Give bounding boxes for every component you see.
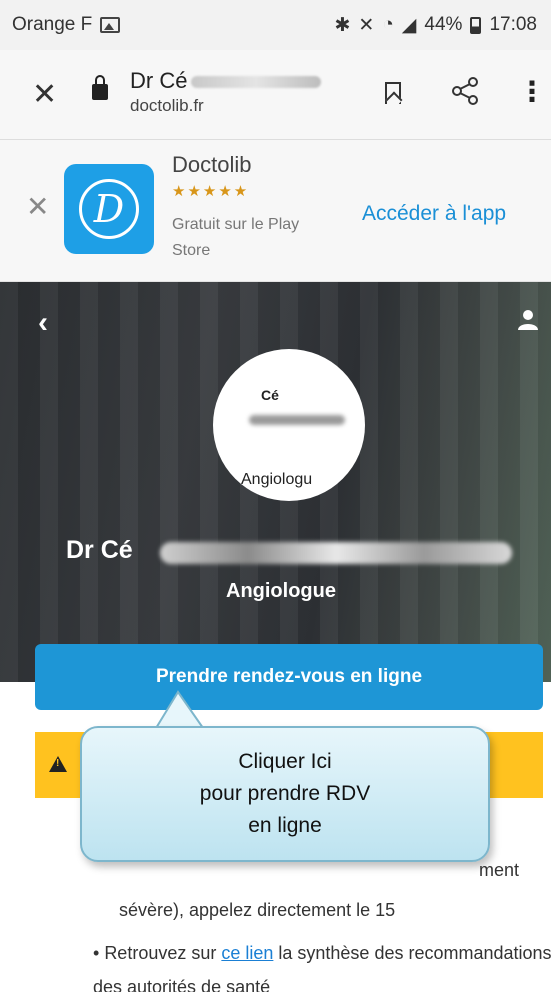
close-tab-icon[interactable]: ✕ bbox=[32, 80, 57, 110]
status-bar: Orange F ✱ ✕ ◔ ◢ 44% 17:08 bbox=[0, 0, 551, 50]
battery-icon bbox=[470, 16, 482, 34]
tutorial-callout: Cliquer Ici pour prendre RDV en ligne bbox=[80, 726, 490, 862]
mute-icon: ✕ bbox=[358, 14, 375, 36]
app-subtitle: Gratuit sur le Play Store bbox=[172, 216, 300, 259]
lock-icon bbox=[92, 75, 108, 100]
recommendations-link[interactable]: ce lien bbox=[221, 943, 273, 963]
bluetooth-icon: ✱ bbox=[334, 14, 351, 36]
page-title[interactable]: Dr Cé bbox=[130, 68, 322, 94]
open-app-link[interactable]: Accéder à l'app bbox=[362, 202, 506, 226]
doctolib-logo[interactable]: D bbox=[64, 164, 154, 254]
user-account-icon[interactable] bbox=[517, 308, 539, 330]
battery-percent: 44% bbox=[424, 14, 463, 35]
bullet-prefix: Retrouvez sur bbox=[104, 943, 222, 963]
list-item: • Retrouvez sur ce lien la synthèse des … bbox=[93, 936, 551, 992]
page-title-text: Dr Cé bbox=[130, 68, 188, 93]
doctor-name: Dr Cé bbox=[66, 536, 133, 564]
url-domain[interactable]: doctolib.fr bbox=[130, 96, 204, 116]
banner-close-icon[interactable]: ✕ bbox=[26, 190, 49, 223]
callout-line-3: en ligne bbox=[248, 814, 322, 837]
logo-letter-icon: D bbox=[79, 179, 139, 239]
image-notification-icon bbox=[100, 17, 121, 33]
redacted-name bbox=[191, 76, 322, 89]
carrier-label: Orange F bbox=[12, 14, 93, 35]
signal-icon: ◢ bbox=[401, 14, 417, 36]
app-name: Doctolib bbox=[172, 152, 252, 177]
bookmark-icon[interactable] bbox=[385, 82, 401, 104]
status-right: ✱ ✕ ◔ ◢ 44% 17:08 bbox=[334, 14, 537, 37]
callout-line-2: pour prendre RDV bbox=[199, 782, 371, 805]
doctor-specialty: Angiologue bbox=[226, 580, 336, 602]
warning-text: sévère), appelez directement le 15 bbox=[119, 900, 396, 920]
avatar-name-text: Cé bbox=[261, 387, 279, 403]
warning-text-tail: ment bbox=[479, 860, 520, 880]
app-install-banner: ✕ D Doctolib ★★★★★ Gratuit sur le Play S… bbox=[0, 140, 551, 282]
wifi-icon: ◔ bbox=[382, 14, 394, 35]
warning-icon bbox=[49, 756, 67, 772]
callout-line-1: Cliquer Ici bbox=[238, 750, 332, 773]
doctor-name-redacted bbox=[160, 542, 512, 564]
share-icon[interactable] bbox=[450, 76, 480, 106]
avatar-redacted-name bbox=[249, 415, 345, 425]
status-left: Orange F bbox=[12, 14, 121, 36]
doctor-avatar: Cé Angiologu bbox=[213, 349, 365, 501]
more-options-icon[interactable]: ⋮ bbox=[518, 78, 546, 106]
book-appointment-button[interactable]: Prendre rendez-vous en ligne bbox=[35, 644, 543, 710]
browser-toolbar: ✕ Dr Cé doctolib.fr ⋮ bbox=[0, 50, 551, 140]
doctor-hero: ‹ Cé Angiologu Dr Cé Angiologue bbox=[0, 282, 551, 682]
avatar-specialty-text: Angiologu bbox=[241, 471, 313, 488]
clock: 17:08 bbox=[489, 14, 537, 35]
rating-stars: ★★★★★ bbox=[172, 183, 250, 200]
back-arrow-icon[interactable]: ‹ bbox=[38, 306, 48, 340]
